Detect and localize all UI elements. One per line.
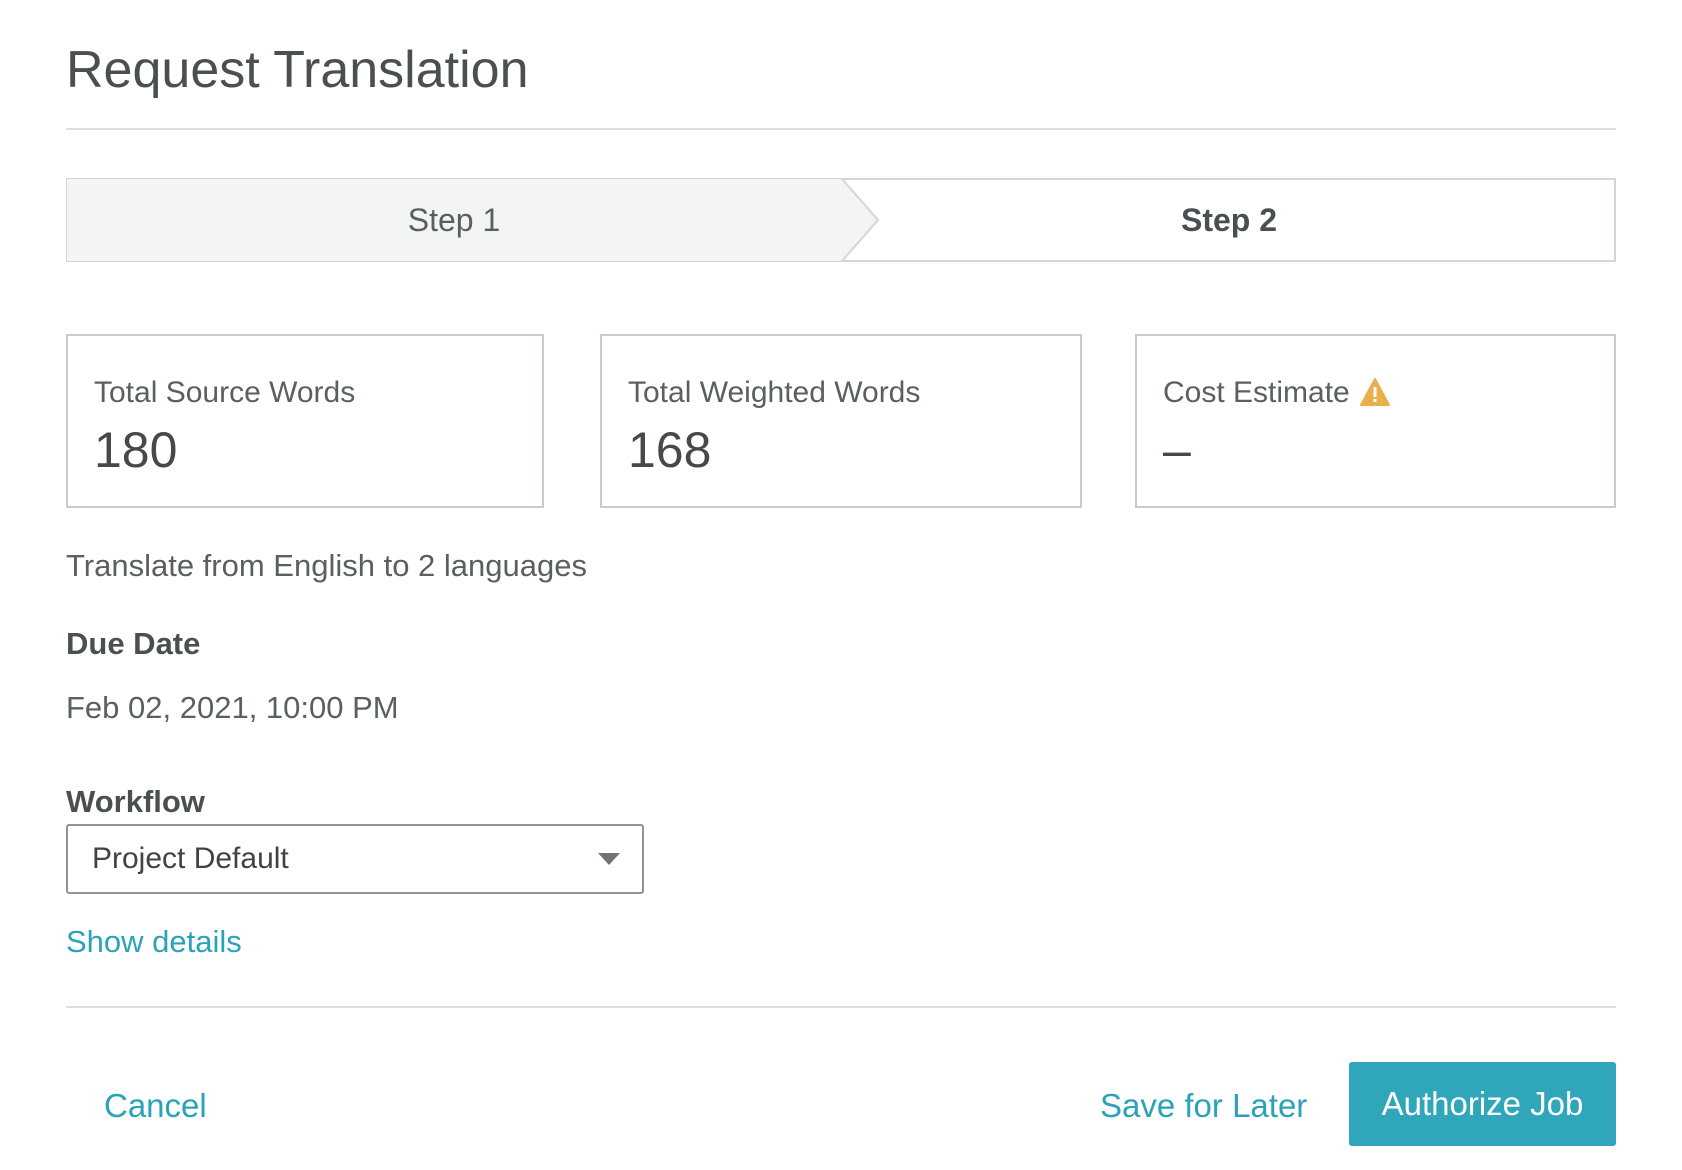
header-divider	[66, 128, 1616, 130]
authorize-job-button[interactable]: Authorize Job	[1349, 1062, 1616, 1146]
step-1[interactable]: Step 1	[66, 178, 842, 262]
warning-icon[interactable]	[1359, 378, 1390, 414]
stat-card-cost-estimate: Cost Estimate –	[1135, 334, 1616, 508]
stat-value: –	[1163, 422, 1191, 478]
due-date-label: Due Date	[66, 626, 201, 661]
step-2[interactable]: Step 2	[842, 178, 1616, 262]
request-translation-dialog: Request Translation Step 1 Step 2 Total …	[0, 0, 1682, 1170]
stat-label: Total Source Words	[94, 376, 356, 409]
show-details-link[interactable]: Show details	[66, 924, 242, 960]
due-date-value: Feb 02, 2021, 10:00 PM	[66, 690, 399, 725]
workflow-label: Workflow	[66, 784, 205, 819]
stat-label-row: Cost Estimate	[1163, 376, 1390, 414]
save-for-later-button[interactable]: Save for Later	[1100, 1087, 1307, 1125]
cancel-button[interactable]: Cancel	[104, 1087, 207, 1125]
dialog-title: Request Translation	[66, 41, 529, 99]
workflow-selected-value: Project Default	[92, 842, 289, 875]
stat-card-source-words: Total Source Words 180	[66, 334, 544, 508]
stat-label: Total Weighted Words	[628, 376, 921, 409]
chevron-down-icon	[598, 853, 620, 865]
stat-label: Cost Estimate	[1163, 376, 1350, 409]
stat-card-weighted-words: Total Weighted Words 168	[600, 334, 1082, 508]
stat-value: 180	[94, 422, 178, 478]
footer-divider	[66, 1006, 1616, 1008]
workflow-select[interactable]: Project Default	[66, 824, 644, 894]
stat-value: 168	[628, 422, 712, 478]
translation-summary: Translate from English to 2 languages	[66, 548, 587, 583]
stepper: Step 1 Step 2	[66, 178, 1616, 262]
